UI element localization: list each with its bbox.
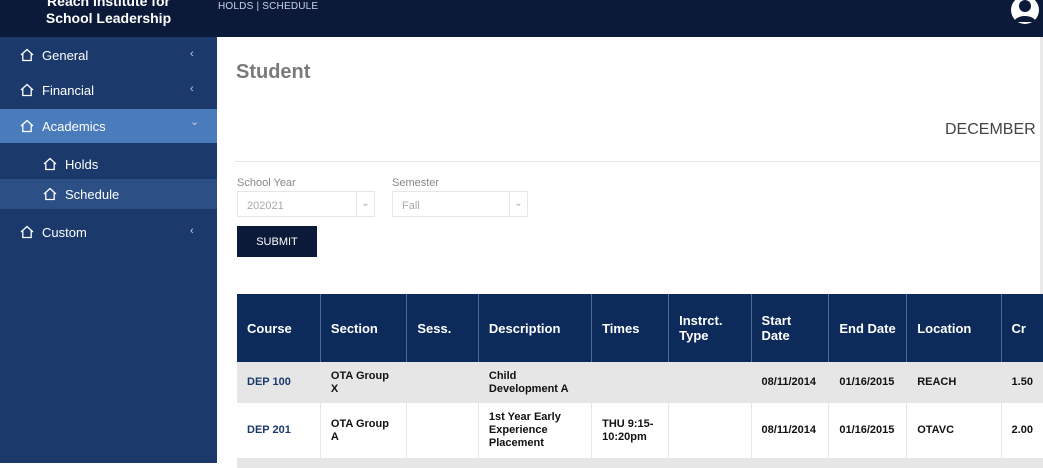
- sidebar-item-label: General: [42, 48, 89, 63]
- sidebar-item-academics[interactable]: Academics ⌄: [0, 109, 217, 143]
- sidebar-subitem-holds[interactable]: Holds: [0, 149, 217, 179]
- column-header-end-date[interactable]: End Date: [828, 294, 908, 362]
- breadcrumb-schedule[interactable]: SCHEDULE: [262, 1, 318, 12]
- course-link[interactable]: DEP 201: [237, 403, 321, 458]
- home-icon: [20, 48, 34, 62]
- sidebar-item-label: Custom: [42, 225, 87, 240]
- date-heading: DECEMBER: [945, 121, 1036, 138]
- sidebar: General ‹ Financial ‹ Academics ⌄ Holds …: [0, 37, 217, 463]
- table-row: DEP 100 OTA Group X Child Development A …: [237, 362, 1043, 403]
- description-cell: Child Development A: [478, 362, 593, 403]
- column-header-description[interactable]: Description: [478, 294, 593, 362]
- table-row: [237, 458, 1043, 468]
- description-cell: 1st Year Early Experience Placement: [478, 403, 593, 458]
- user-avatar-icon[interactable]: [1010, 0, 1040, 24]
- chevron-down-icon: ⌄: [509, 192, 527, 216]
- instruct-type-cell: [668, 403, 752, 458]
- semester-label: Semester: [392, 177, 440, 189]
- logo-line-1: Reach Institute for: [47, 0, 170, 9]
- sidebar-item-custom[interactable]: Custom ‹: [0, 215, 217, 249]
- column-header-section[interactable]: Section: [320, 294, 408, 362]
- logo-line-2: School Leadership: [45, 10, 172, 26]
- breadcrumb-separator: |: [256, 1, 260, 12]
- location-cell: OTAVC: [906, 403, 1002, 458]
- breadcrumb: HOLDS | SCHEDULE: [218, 1, 318, 12]
- column-header-start-date[interactable]: Start Date: [751, 294, 830, 362]
- sidebar-subitem-schedule[interactable]: Schedule: [0, 179, 217, 209]
- times-cell: [591, 362, 670, 403]
- top-bar: Reach Institute for School Leadership HO…: [0, 0, 1043, 37]
- course-link[interactable]: DEP 100: [237, 362, 321, 403]
- column-header-course[interactable]: Course: [237, 294, 321, 362]
- session-cell: [406, 403, 479, 458]
- chevron-down-icon: ⌄: [356, 192, 374, 216]
- school-year-value: 202021: [247, 200, 284, 212]
- section-cell: OTA Group X: [320, 362, 408, 403]
- page-title: Student: [236, 61, 311, 83]
- institution-logo[interactable]: Reach Institute for School Leadership: [0, 0, 217, 37]
- school-year-label: School Year: [237, 177, 296, 189]
- sidebar-item-label: Academics: [42, 119, 106, 134]
- section-cell: OTA Group A: [320, 403, 408, 458]
- submit-button[interactable]: SUBMIT: [237, 226, 317, 257]
- sidebar-item-financial[interactable]: Financial ‹: [0, 73, 217, 107]
- home-icon: [20, 225, 34, 239]
- table-header-row: Course Section Sess. Description Times I…: [237, 294, 1043, 362]
- end-date-cell: 01/16/2015: [828, 403, 908, 458]
- chevron-left-icon: ‹: [190, 225, 194, 237]
- start-date-cell: 08/11/2014: [751, 362, 830, 403]
- column-header-times[interactable]: Times: [591, 294, 670, 362]
- home-icon: [20, 83, 34, 97]
- home-icon: [43, 187, 57, 201]
- semester-select[interactable]: Fall ⌄: [392, 191, 528, 217]
- credits-cell: 1.50: [1001, 362, 1043, 403]
- sidebar-item-label: Financial: [42, 83, 95, 98]
- sidebar-item-general[interactable]: General ‹: [0, 38, 217, 72]
- end-date-cell: 01/16/2015: [828, 362, 908, 403]
- schedule-table: Course Section Sess. Description Times I…: [237, 294, 1043, 468]
- credits-cell: 2.00: [1001, 403, 1043, 458]
- column-header-instruct-type[interactable]: Instrct. Type: [668, 294, 752, 362]
- start-date-cell: 08/11/2014: [751, 403, 830, 458]
- column-header-session[interactable]: Sess.: [406, 294, 479, 362]
- sidebar-subitem-label: Holds: [65, 157, 99, 172]
- home-icon: [43, 157, 57, 171]
- location-cell: REACH: [906, 362, 1002, 403]
- column-header-credits[interactable]: Cr: [1001, 294, 1043, 362]
- divider: [235, 161, 1043, 162]
- semester-value: Fall: [402, 200, 420, 212]
- home-icon: [20, 119, 34, 133]
- instruct-type-cell: [668, 362, 752, 403]
- table-row: DEP 201 OTA Group A 1st Year Early Exper…: [237, 403, 1043, 458]
- school-year-select[interactable]: 202021 ⌄: [237, 191, 375, 217]
- chevron-down-icon: ⌄: [190, 116, 200, 128]
- chevron-left-icon: ‹: [190, 83, 194, 95]
- chevron-left-icon: ‹: [190, 48, 194, 60]
- column-header-location[interactable]: Location: [906, 294, 1002, 362]
- session-cell: [406, 362, 479, 403]
- times-cell: THU 9:15-10:20pm: [591, 403, 670, 458]
- sidebar-subitem-label: Schedule: [65, 187, 120, 202]
- breadcrumb-holds[interactable]: HOLDS: [218, 1, 253, 12]
